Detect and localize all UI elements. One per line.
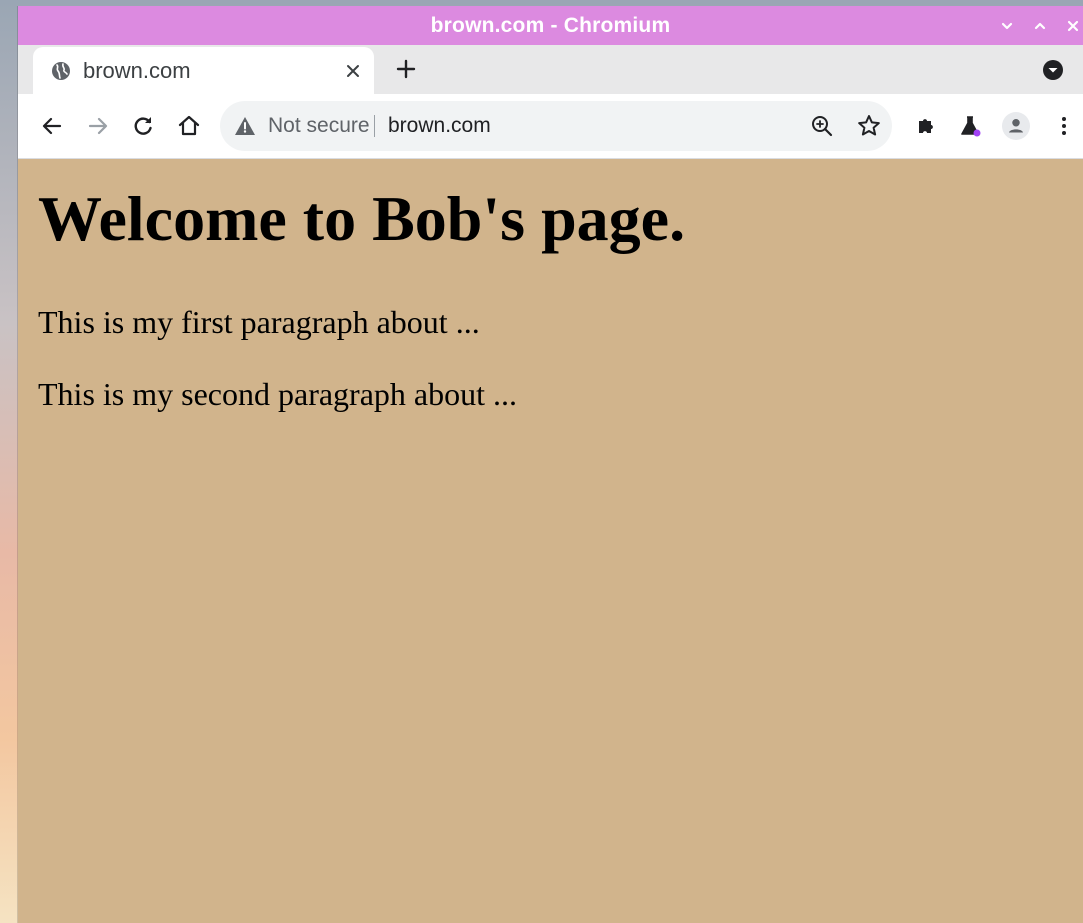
url-text[interactable]: brown.com — [388, 101, 491, 151]
flask-icon — [961, 116, 981, 137]
zoom-in-icon[interactable] — [810, 114, 834, 138]
warning-triangle-icon[interactable] — [234, 115, 256, 137]
bookmark-star-icon[interactable] — [856, 113, 882, 139]
window-title: brown.com - Chromium — [430, 14, 671, 37]
tab-brown-com[interactable]: brown.com — [33, 47, 374, 95]
tab-close-icon[interactable] — [343, 61, 363, 81]
new-tab-plus-icon[interactable] — [394, 57, 418, 81]
arrow-left-icon — [42, 117, 62, 135]
profile-button[interactable] — [1002, 112, 1030, 140]
tab-strip: brown.com — [18, 45, 1083, 95]
chevron-down-icon — [1001, 22, 1013, 29]
tab-title: brown.com — [83, 58, 191, 83]
browser-window: brown.com - Chromium brown.com Not secur… — [18, 6, 1083, 923]
forward-button[interactable] — [84, 112, 112, 140]
puzzle-piece-icon — [919, 119, 933, 133]
second-paragraph: This is my second paragraph about ... — [38, 376, 517, 412]
close-window-button[interactable] — [1058, 6, 1083, 45]
home-icon — [178, 115, 200, 136]
minimize-button[interactable] — [992, 6, 1022, 45]
chevron-up-icon — [1034, 22, 1046, 29]
toolbar: Not secure brown.com — [18, 94, 1083, 159]
extensions-button[interactable] — [912, 112, 940, 140]
address-bar[interactable]: Not secure brown.com — [220, 101, 892, 151]
security-status-label[interactable]: Not secure — [268, 101, 370, 151]
more-vertical-icon — [1062, 117, 1066, 135]
reload-button[interactable] — [129, 112, 157, 140]
menu-button[interactable] — [1050, 112, 1078, 140]
web-page-content: Welcome to Bob's page. This is my first … — [18, 159, 1083, 923]
title-bar: brown.com - Chromium — [18, 6, 1083, 45]
arrow-right-icon — [88, 117, 108, 135]
close-icon — [1067, 20, 1079, 31]
globe-icon — [52, 62, 70, 80]
tab-search-icon[interactable] — [1042, 59, 1064, 81]
maximize-button[interactable] — [1025, 6, 1055, 45]
reload-icon — [134, 117, 152, 135]
avatar-icon — [1002, 112, 1030, 140]
home-button[interactable] — [175, 112, 203, 140]
page-heading: Welcome to Bob's page. — [38, 183, 686, 254]
omnibox-divider — [374, 115, 375, 137]
back-button[interactable] — [38, 112, 66, 140]
first-paragraph: This is my first paragraph about ... — [38, 304, 480, 340]
experiments-button[interactable] — [956, 112, 984, 140]
